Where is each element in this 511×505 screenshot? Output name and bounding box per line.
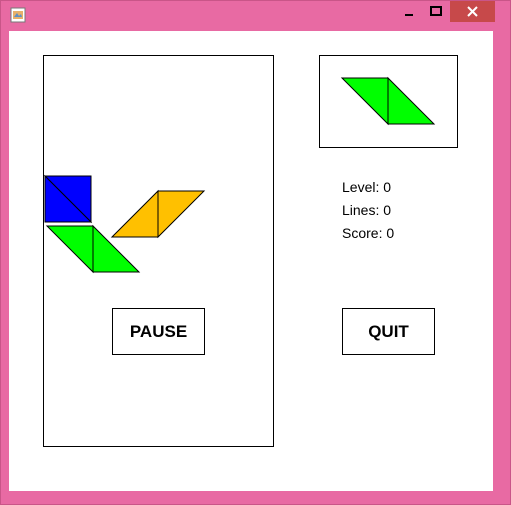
next-piece	[340, 76, 436, 126]
next-piece-left-triangle	[340, 77, 389, 126]
next-piece-preview	[319, 55, 458, 148]
yellow-piece-left-triangle	[110, 189, 159, 238]
close-icon	[467, 6, 478, 17]
score-label: Score: 0	[342, 225, 395, 241]
close-button[interactable]	[450, 1, 495, 22]
pause-button[interactable]: PAUSE	[112, 308, 205, 355]
board-pieces	[43, 174, 206, 274]
minimize-button[interactable]	[396, 1, 422, 22]
blue-piece	[43, 174, 93, 224]
yellow-piece	[110, 189, 206, 239]
maximize-button[interactable]	[423, 1, 449, 22]
minimize-icon	[405, 14, 413, 16]
quit-button[interactable]: QUIT	[342, 308, 435, 355]
game-board[interactable]	[43, 55, 274, 447]
app-window: Level: 0 Lines: 0 Score: 0 PAUSE QUIT	[0, 0, 511, 505]
game-client-area: Level: 0 Lines: 0 Score: 0 PAUSE QUIT	[9, 31, 493, 491]
title-bar[interactable]	[1, 1, 510, 31]
level-label: Level: 0	[342, 179, 392, 195]
maximize-icon	[430, 6, 442, 16]
yellow-piece-right-triangle	[157, 190, 206, 239]
green-piece-left-triangle	[45, 225, 94, 274]
next-piece-right-triangle	[387, 76, 436, 125]
app-icon	[10, 7, 26, 23]
lines-label: Lines: 0	[342, 202, 392, 218]
